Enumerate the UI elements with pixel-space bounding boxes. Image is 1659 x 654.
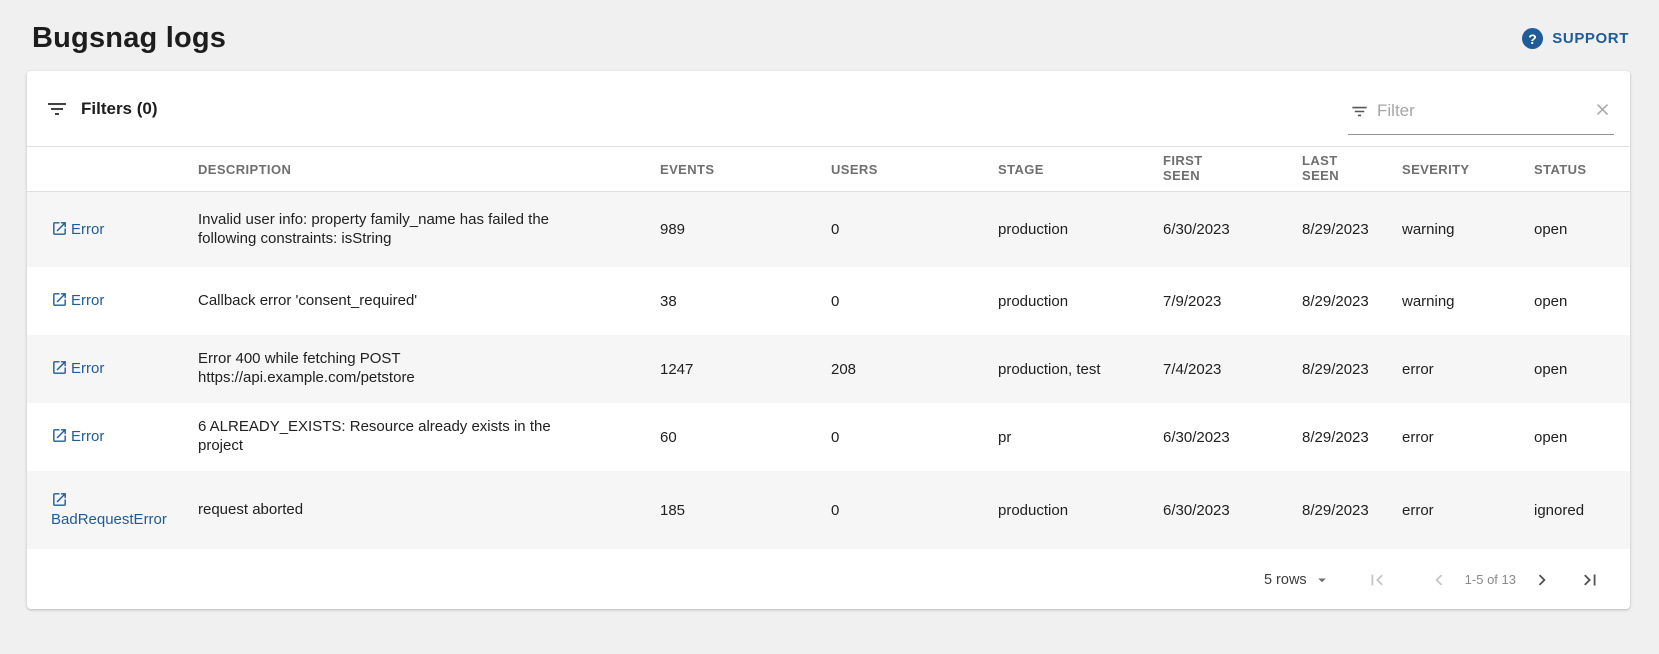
severity-cell: error (1402, 429, 1534, 446)
users-cell: 0 (831, 502, 998, 519)
col-header-first-seen: FIRST SEEN (1163, 154, 1302, 184)
severity-cell: error (1402, 502, 1534, 519)
first-seen-cell: 7/9/2023 (1163, 293, 1302, 310)
support-label: SUPPORT (1552, 30, 1629, 47)
users-cell: 208 (831, 361, 998, 378)
status-cell: ignored (1534, 502, 1630, 519)
col-header-description: DESCRIPTION (198, 162, 660, 177)
stage-cell: production (998, 293, 1163, 310)
first-page-button[interactable] (1361, 564, 1393, 596)
open-in-new-icon (51, 220, 68, 237)
stage-cell: pr (998, 429, 1163, 446)
col-header-last-seen: LAST SEEN (1302, 154, 1402, 184)
error-detail-link[interactable]: Error (51, 292, 104, 309)
open-in-new-icon (51, 291, 68, 308)
events-cell: 1247 (660, 361, 831, 378)
description-cell: 6 ALREADY_EXISTS: Resource already exist… (198, 418, 660, 456)
chevron-down-icon (1313, 571, 1331, 589)
filter-list-icon (45, 97, 69, 121)
help-icon: ? (1522, 28, 1543, 49)
table-row: BadRequestError request aborted 185 0 pr… (27, 471, 1630, 549)
next-page-button[interactable] (1526, 564, 1558, 596)
description-cell: Invalid user info: property family_name … (198, 211, 660, 249)
rows-per-page-label: 5 rows (1264, 572, 1307, 588)
filters-toolbar: Filters (0) (27, 71, 1630, 147)
table-row: Error 6 ALREADY_EXISTS: Resource already… (27, 403, 1630, 471)
users-cell: 0 (831, 293, 998, 310)
col-header-events: EVENTS (660, 162, 831, 177)
filters-toggle[interactable]: Filters (0) (45, 97, 158, 121)
table-row: Error Callback error 'consent_required' … (27, 267, 1630, 335)
last-seen-cell: 8/29/2023 (1302, 361, 1402, 378)
previous-page-button[interactable] (1423, 564, 1455, 596)
first-seen-cell: 6/30/2023 (1163, 429, 1302, 446)
pagination-bar: 5 rows 1-5 of 13 (27, 550, 1630, 609)
last-seen-cell: 8/29/2023 (1302, 221, 1402, 238)
users-cell: 0 (831, 429, 998, 446)
table-row: Error Invalid user info: property family… (27, 192, 1630, 267)
status-cell: open (1534, 293, 1630, 310)
stage-cell: production (998, 502, 1163, 519)
col-header-severity: SEVERITY (1402, 162, 1534, 177)
filters-label: Filters (0) (81, 99, 158, 119)
description-cell: Error 400 while fetching POST https://ap… (198, 350, 660, 388)
stage-cell: production, test (998, 361, 1163, 378)
error-detail-link[interactable]: Error (51, 428, 104, 445)
severity-cell: warning (1402, 293, 1534, 310)
rows-per-page-select[interactable]: 5 rows (1264, 571, 1331, 589)
page-header: Bugsnag logs ? SUPPORT (0, 0, 1659, 71)
last-seen-cell: 8/29/2023 (1302, 293, 1402, 310)
filter-input[interactable] (1377, 101, 1585, 121)
events-cell: 989 (660, 221, 831, 238)
status-cell: open (1534, 361, 1630, 378)
col-header-users: USERS (831, 162, 998, 177)
description-cell: Callback error 'consent_required' (198, 292, 660, 311)
events-cell: 60 (660, 429, 831, 446)
stage-cell: production (998, 221, 1163, 238)
users-cell: 0 (831, 221, 998, 238)
last-seen-cell: 8/29/2023 (1302, 502, 1402, 519)
severity-cell: error (1402, 361, 1534, 378)
filter-input-icon (1350, 102, 1369, 121)
open-in-new-icon (51, 491, 68, 508)
first-seen-cell: 7/4/2023 (1163, 361, 1302, 378)
table-header-row: DESCRIPTION EVENTS USERS STAGE FIRST SEE… (27, 147, 1630, 192)
error-detail-link[interactable]: BadRequestError (51, 492, 167, 529)
open-in-new-icon (51, 427, 68, 444)
filter-field (1348, 93, 1614, 135)
col-header-stage: STAGE (998, 162, 1163, 177)
status-cell: open (1534, 221, 1630, 238)
last-page-button[interactable] (1574, 564, 1606, 596)
first-seen-cell: 6/30/2023 (1163, 221, 1302, 238)
first-seen-cell: 6/30/2023 (1163, 502, 1302, 519)
error-detail-link[interactable]: Error (51, 360, 104, 377)
events-cell: 38 (660, 293, 831, 310)
events-cell: 185 (660, 502, 831, 519)
error-detail-link[interactable]: Error (51, 221, 104, 238)
clear-filter-button[interactable] (1593, 100, 1612, 122)
open-in-new-icon (51, 359, 68, 376)
page-title: Bugsnag logs (32, 22, 226, 55)
col-header-status: STATUS (1534, 162, 1630, 177)
logs-table: DESCRIPTION EVENTS USERS STAGE FIRST SEE… (27, 147, 1630, 550)
last-seen-cell: 8/29/2023 (1302, 429, 1402, 446)
description-cell: request aborted (198, 501, 660, 520)
status-cell: open (1534, 429, 1630, 446)
severity-cell: warning (1402, 221, 1534, 238)
logs-card: Filters (0) DESCRIPTION EVENTS USERS STA… (27, 71, 1630, 609)
table-row: Error Error 400 while fetching POST http… (27, 335, 1630, 403)
support-button[interactable]: ? SUPPORT (1522, 28, 1629, 49)
pagination-range-label: 1-5 of 13 (1465, 572, 1516, 587)
